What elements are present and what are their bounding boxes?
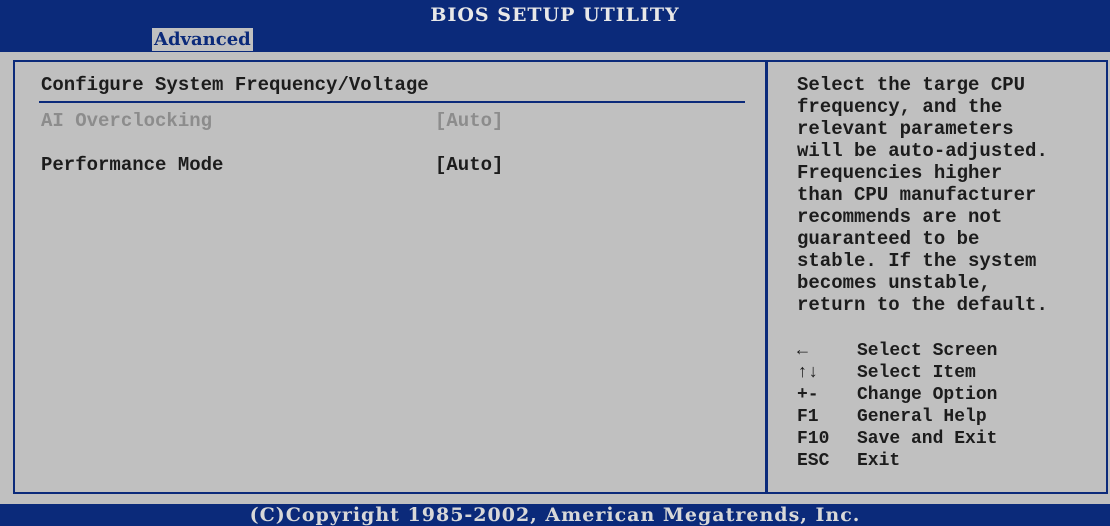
key-plus-minus: +- [797,385,819,405]
bios-title: BIOS SETUP UTILITY [430,4,680,26]
setting-label: AI Overclocking [41,110,213,132]
key-desc: Select Screen [857,341,998,361]
section-title: Configure System Frequency/Voltage [41,74,429,96]
key-desc: Change Option [857,385,998,405]
title-bar: BIOS SETUP UTILITY Advanced [0,0,1110,52]
key-f10: F10 [797,429,830,449]
panel-divider [765,62,768,492]
key-desc: Select Item [857,363,976,383]
key-desc: General Help [857,407,987,427]
key-f1: F1 [797,407,819,427]
left-arrow-icon: ← [797,341,808,361]
section-underline [39,101,745,103]
setting-label: Performance Mode [41,154,224,176]
up-down-arrows-icon: ↑↓ [797,363,819,383]
help-text: Select the targe CPU frequency, and the … [797,74,1048,316]
tab-advanced[interactable]: Advanced [152,28,253,51]
copyright-footer: (C)Copyright 1985-2002, American Megatre… [0,504,1110,526]
setting-value: [Auto] [435,110,504,132]
main-panel: Configure System Frequency/Voltage AI Ov… [13,60,1108,494]
key-desc: Exit [857,451,901,471]
setting-value[interactable]: [Auto] [435,154,503,176]
key-desc: Save and Exit [857,429,998,449]
key-esc: ESC [797,451,830,471]
